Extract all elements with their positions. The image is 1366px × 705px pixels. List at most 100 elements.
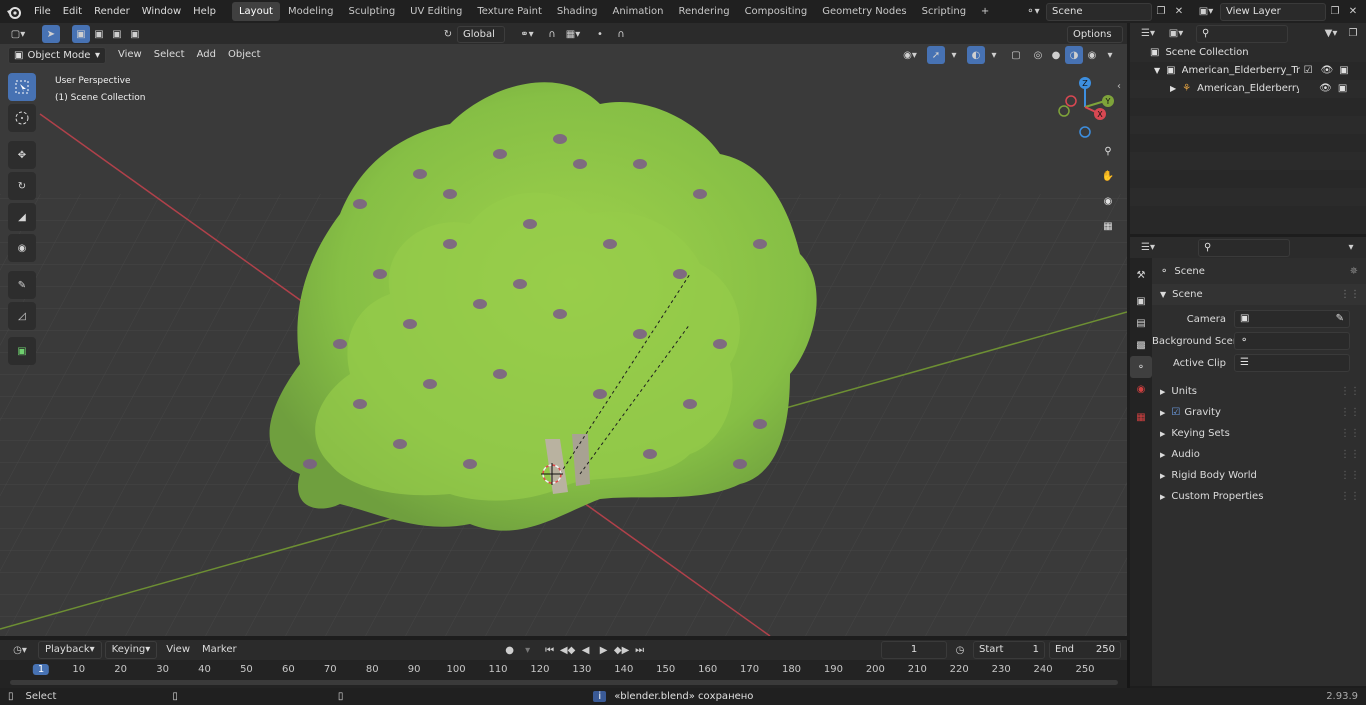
- view-layer-tab-icon[interactable]: ▩: [1130, 334, 1152, 356]
- subpanel-rigid-body-world[interactable]: ▶ Rigid Body World ⋮⋮: [1152, 465, 1366, 486]
- tab-texture-paint[interactable]: Texture Paint: [470, 2, 549, 21]
- outliner-item-collection[interactable]: ▼ ▣ American_Elderberry_Tree_w ☑ 👁 ▣: [1130, 62, 1366, 80]
- overlay-dropdown-icon[interactable]: ▾: [985, 46, 1003, 64]
- output-tab-icon[interactable]: ▤: [1130, 312, 1152, 334]
- pivot-icon[interactable]: ⚭▾: [515, 25, 539, 43]
- view-layer-icon[interactable]: ▣▾: [1192, 3, 1220, 21]
- texture-tab-icon[interactable]: ▦: [1130, 406, 1152, 428]
- property-field[interactable]: ⚬: [1234, 332, 1350, 350]
- blender-logo-icon[interactable]: [0, 0, 28, 23]
- drag-handle-icon[interactable]: ⋮⋮: [1340, 491, 1360, 502]
- drag-handle-icon[interactable]: ⋮⋮: [1340, 428, 1360, 439]
- mode-new-icon[interactable]: ▣: [72, 25, 90, 43]
- subpanel-gravity[interactable]: ▶ ☑ Gravity ⋮⋮: [1152, 402, 1366, 423]
- outliner-search-input[interactable]: ⚲: [1196, 24, 1288, 43]
- play-icon[interactable]: ▶: [595, 641, 613, 659]
- stopwatch-icon[interactable]: ◷: [951, 641, 969, 659]
- add-workspace-button[interactable]: +: [976, 3, 994, 21]
- gravity-checkbox[interactable]: ☑: [1171, 407, 1180, 418]
- pan-hand-icon[interactable]: ✋: [1097, 165, 1119, 187]
- menu-help[interactable]: Help: [187, 0, 222, 23]
- properties-options-icon[interactable]: ▾: [1342, 239, 1360, 257]
- eyedropper-icon[interactable]: ✎: [1336, 311, 1344, 327]
- timeline-menu-keying[interactable]: Keying ▾: [104, 641, 158, 659]
- viewport-menu-object[interactable]: Object: [222, 46, 267, 64]
- select-tool-icon[interactable]: [8, 73, 36, 101]
- subpanel-audio[interactable]: ▶ Audio ⋮⋮: [1152, 444, 1366, 465]
- timeline-ruler[interactable]: 1 10 20 30 40 50 60 70 80 90 100 110 120 130 140 150 160…: [0, 660, 1127, 688]
- timeline-menu-playback[interactable]: Playback ▾: [38, 641, 102, 659]
- gizmo-toggle-icon[interactable]: ➚: [927, 46, 945, 64]
- expand-arrow-icon[interactable]: ▼: [1154, 62, 1160, 80]
- start-frame-field[interactable]: Start 1: [973, 641, 1045, 659]
- zoom-icon[interactable]: ⚲: [1097, 140, 1119, 162]
- tool-tab-icon[interactable]: ⚒: [1130, 264, 1152, 286]
- options-dropdown[interactable]: Options: [1067, 25, 1123, 43]
- prev-keyframe-icon[interactable]: ◀◆: [559, 641, 577, 659]
- mode-intersect-icon[interactable]: ▣: [126, 25, 144, 43]
- 3d-viewport[interactable]: User Perspective (1) Scene Collection ✥ …: [0, 44, 1127, 636]
- property-field[interactable]: ▣ ✎: [1234, 310, 1350, 328]
- gizmo-dropdown-icon[interactable]: ▾: [945, 46, 963, 64]
- current-frame-field[interactable]: 1: [881, 641, 947, 659]
- play-reverse-icon[interactable]: ◀: [577, 641, 595, 659]
- annotate-tool-icon[interactable]: ✎: [8, 271, 36, 299]
- grid-perspective-icon[interactable]: ▦: [1097, 215, 1119, 237]
- jump-start-icon[interactable]: ⏮: [541, 641, 559, 659]
- measure-tool-icon[interactable]: ◿: [8, 302, 36, 330]
- drag-handle-icon[interactable]: ⋮⋮: [1340, 407, 1360, 418]
- delete-scene-icon[interactable]: ✕: [1170, 3, 1188, 21]
- jump-end-icon[interactable]: ⏭: [631, 641, 649, 659]
- mode-subtract-icon[interactable]: ▣: [108, 25, 126, 43]
- delete-view-layer-icon[interactable]: ✕: [1344, 3, 1362, 21]
- rotate-tool-icon[interactable]: ↻: [8, 172, 36, 200]
- scene-tab-icon[interactable]: ⚬: [1130, 356, 1152, 378]
- tab-scripting[interactable]: Scripting: [915, 2, 973, 21]
- properties-editor-icon[interactable]: ☰▾: [1134, 239, 1162, 257]
- transform-tool-icon[interactable]: ◉: [8, 234, 36, 262]
- mode-extend-icon[interactable]: ▣: [90, 25, 108, 43]
- property-field[interactable]: ☰: [1234, 354, 1350, 372]
- tab-modeling[interactable]: Modeling: [281, 2, 341, 21]
- move-tool-icon[interactable]: ✥: [8, 141, 36, 169]
- orientation-icon[interactable]: ↻: [439, 25, 457, 43]
- menu-file[interactable]: File: [28, 0, 57, 23]
- render-tab-icon[interactable]: ▣: [1130, 290, 1152, 312]
- scale-tool-icon[interactable]: ◢: [8, 203, 36, 231]
- camera-view-icon[interactable]: ◉: [1097, 190, 1119, 212]
- eye-icon[interactable]: 👁: [1321, 62, 1334, 80]
- new-scene-icon[interactable]: ❐: [1152, 3, 1170, 21]
- orientation-dropdown[interactable]: Global: [457, 25, 505, 43]
- scene-field[interactable]: Scene: [1046, 2, 1152, 21]
- select-box-icon[interactable]: ➤: [42, 25, 60, 43]
- scene-icon[interactable]: ⚬▾: [1020, 3, 1046, 21]
- current-frame-indicator[interactable]: 1: [32, 664, 50, 675]
- camera-render-icon[interactable]: ▣: [1338, 80, 1347, 98]
- mode-dropdown[interactable]: ▣ Object Mode ▾: [8, 46, 106, 64]
- proportional-edit-icon[interactable]: •: [591, 25, 609, 43]
- snap-icon[interactable]: ∩: [543, 25, 561, 43]
- tab-layout[interactable]: Layout: [231, 2, 280, 21]
- eye-icon[interactable]: 👁: [1319, 80, 1332, 98]
- tab-compositing[interactable]: Compositing: [738, 2, 815, 21]
- add-cube-tool-icon[interactable]: ▣: [8, 337, 36, 365]
- drag-handle-icon[interactable]: ⋮⋮: [1340, 449, 1360, 460]
- subpanel-keying-sets[interactable]: ▶ Keying Sets ⋮⋮: [1152, 423, 1366, 444]
- new-view-layer-icon[interactable]: ❐: [1326, 3, 1344, 21]
- subpanel-units[interactable]: ▶ Units ⋮⋮: [1152, 381, 1366, 402]
- snap-target-icon[interactable]: ▦▾: [561, 25, 585, 43]
- camera-render-icon[interactable]: ▣: [1339, 62, 1348, 80]
- drag-handle-icon[interactable]: ⋮⋮: [1340, 470, 1360, 481]
- filter-icon[interactable]: ▼▾: [1318, 25, 1344, 43]
- end-frame-field[interactable]: End 250: [1049, 641, 1121, 659]
- menu-render[interactable]: Render: [88, 0, 136, 23]
- menu-window[interactable]: Window: [136, 0, 187, 23]
- exclude-checkbox-icon[interactable]: ☑: [1304, 62, 1313, 80]
- next-keyframe-icon[interactable]: ◆▶: [613, 641, 631, 659]
- sidebar-toggle-icon[interactable]: ‹: [1117, 81, 1121, 92]
- tab-rendering[interactable]: Rendering: [671, 2, 736, 21]
- expand-arrow-icon[interactable]: ▶: [1170, 80, 1176, 98]
- world-tab-icon[interactable]: ◉: [1130, 378, 1152, 400]
- solid-shading-icon[interactable]: ●: [1047, 46, 1065, 64]
- editor-type-icon[interactable]: ▢▾: [4, 25, 32, 43]
